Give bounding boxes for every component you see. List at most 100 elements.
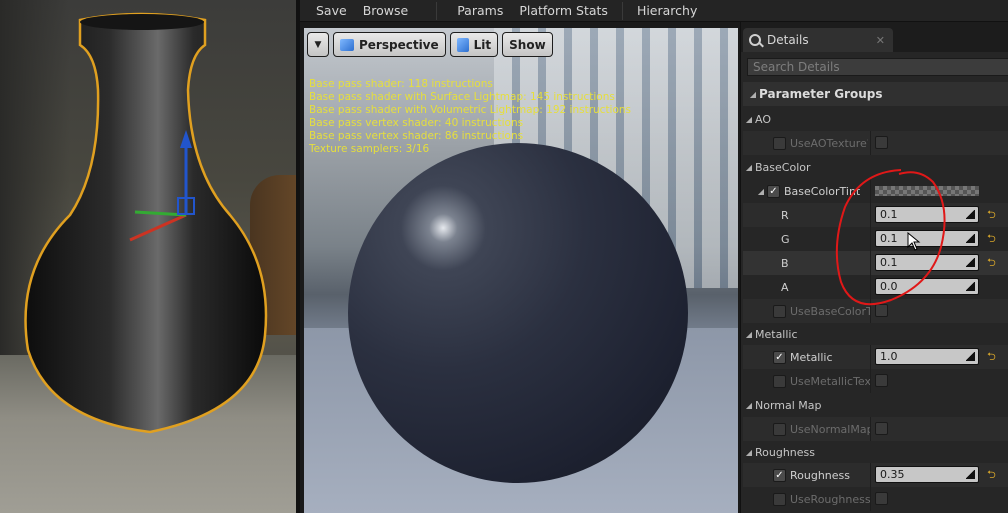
enable-checkbox[interactable]: ✓ [767,184,780,198]
column-separator [870,487,871,511]
reset-icon[interactable]: ⮌ [987,230,996,249]
enable-checkbox[interactable] [773,422,786,436]
viewport-options-button[interactable]: ▼ [307,32,329,57]
reset-icon[interactable]: ⮌ [987,206,996,225]
hierarchy-button[interactable]: Hierarchy [629,3,705,18]
stat-line: Base pass shader with Surface Lightmap: … [309,91,615,103]
channel-label: A [781,280,789,294]
value-checkbox[interactable] [875,422,888,435]
param-row-use-ao-texture: UseAOTexture? [743,131,1008,155]
close-icon[interactable]: ✕ [876,34,885,47]
param-label: UseNormalMap [790,422,870,436]
roughness-value-field[interactable]: 0.35 [875,466,979,483]
channel-label: G [781,232,790,246]
params-button[interactable]: Params [449,3,511,18]
column-separator [870,299,871,323]
column-separator [870,275,871,299]
param-row-r: R 0.1 ⮌ [743,203,1008,227]
column-separator [870,227,871,251]
show-button[interactable]: Show [502,32,553,57]
category-roughness[interactable]: ◢ Roughness [743,440,1008,464]
perspective-button[interactable]: Perspective [333,32,446,57]
panel-divider[interactable] [296,0,300,513]
metallic-value-field[interactable]: 1.0 [875,348,979,365]
a-value-field[interactable]: 0.0 [875,278,979,295]
field-value: 0.1 [880,232,898,245]
r-value-field[interactable]: 0.1 [875,206,979,223]
enable-checkbox[interactable]: ✓ [773,350,786,364]
drag-grip-icon [966,352,975,361]
platform-stats-button[interactable]: Platform Stats [511,3,616,18]
preview-sphere [348,143,688,483]
save-button[interactable]: Save [308,3,355,18]
param-row-use-metallic-texture: UseMetallicTex [743,369,1008,393]
perspective-label: Perspective [359,37,439,52]
value-checkbox[interactable] [875,374,888,387]
enable-checkbox[interactable] [773,304,786,318]
show-label: Show [509,37,546,52]
collapse-arrow-icon: ◢ [745,447,753,457]
field-value: 1.0 [880,350,898,363]
collapse-arrow-icon: ◢ [745,162,753,172]
material-preview-viewport[interactable]: ▼ Perspective Lit Show Base pass shader:… [304,28,738,513]
details-tab-label: Details [767,33,809,47]
chevron-down-icon: ▼ [314,39,322,50]
enable-checkbox[interactable] [773,492,786,506]
param-row-b: B 0.1 ⮌ [743,251,1008,275]
search-input[interactable]: Search Details [747,58,1008,76]
lit-icon [456,37,469,52]
reset-icon[interactable]: ⮌ [987,466,996,485]
collapse-arrow-icon[interactable]: ◢ [755,187,767,196]
category-label: Normal Map [755,398,822,412]
value-checkbox[interactable] [875,136,888,149]
enable-checkbox[interactable] [773,374,786,388]
param-row-use-normal-map: UseNormalMap [743,417,1008,441]
value-checkbox[interactable] [875,304,888,317]
lit-button[interactable]: Lit [449,32,499,57]
param-label: UseRoughnessT [790,492,870,506]
column-separator [870,369,871,393]
b-value-field[interactable]: 0.1 [875,254,979,271]
reset-icon[interactable]: ⮌ [987,348,996,367]
enable-checkbox[interactable]: ✓ [773,468,786,482]
vase-body [24,12,268,434]
g-value-field[interactable]: 0.1 [875,230,979,247]
viewport-toolbar: ▼ Perspective Lit Show [304,32,553,58]
parameter-groups-header[interactable]: ◢ Parameter Groups [743,82,1008,106]
param-label: UseAOTexture? [790,136,868,150]
param-row-use-basecolor-texture: UseBaseColorTe [743,299,1008,323]
perspective-icon [340,38,354,51]
value-checkbox[interactable] [875,492,888,505]
column-separator [870,203,871,227]
shader-stats: Base pass shader: 118 instructions Base … [309,78,631,156]
category-metallic[interactable]: ◢ Metallic [743,322,1008,346]
mouse-cursor-icon [907,232,921,251]
param-row-use-roughness-texture: UseRoughnessT [743,487,1008,511]
stat-line: Base pass shader with Volumetric Lightma… [309,104,632,116]
search-icon [749,34,761,46]
param-label: Roughness [790,468,851,482]
collapse-arrow-icon: ◢ [749,89,757,99]
lit-label: Lit [473,37,492,52]
enable-checkbox[interactable] [773,136,786,150]
stat-line: Base pass shader: 118 instructions [309,78,493,90]
param-label: UseMetallicTex [790,374,870,388]
category-ao[interactable]: ◢ AO [743,107,1008,131]
collapse-arrow-icon: ◢ [745,400,753,410]
category-normal-map[interactable]: ◢ Normal Map [743,393,1008,417]
color-swatch[interactable] [875,186,979,196]
browse-button[interactable]: Browse [355,3,417,18]
param-row-a: A 0.0 [743,275,1008,299]
vase-model[interactable] [0,0,296,513]
column-separator [870,417,871,441]
reset-icon[interactable]: ⮌ [987,254,996,273]
column-separator [870,179,871,203]
param-row-metallic: ✓ Metallic 1.0 ⮌ [743,345,1008,369]
scene-viewport[interactable] [0,0,296,513]
tab-details[interactable]: Details ✕ [743,28,893,52]
channel-label: B [781,256,789,270]
field-value: 0.1 [880,208,898,221]
category-basecolor[interactable]: ◢ BaseColor [743,155,1008,179]
drag-grip-icon [966,258,975,267]
toolbar-separator [436,1,438,20]
